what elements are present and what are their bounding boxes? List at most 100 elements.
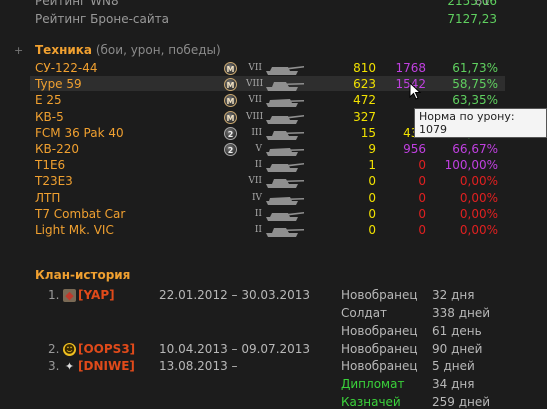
vehicle-name[interactable]: СУ-122-44 [35, 61, 98, 75]
vehicle-winrate: 58,75% [452, 77, 498, 92]
mouse-cursor-icon [409, 82, 421, 100]
vehicles-section-subtitle: (бои, урон, победы) [95, 43, 221, 57]
clan-index: 2. [48, 342, 60, 356]
vehicle-name[interactable]: КВ-220 [35, 142, 79, 156]
clan-role: Новобранец [341, 324, 418, 339]
vehicle-tier: V [255, 144, 263, 154]
vehicle-winrate: 0,00% [459, 190, 498, 205]
clan-role-duration: 32 дня [432, 288, 475, 302]
vehicle-winrate: 0,00% [459, 174, 498, 189]
vehicle-winrate: 66,67% [452, 142, 498, 156]
vehicle-avg-damage: 0 [418, 206, 426, 221]
vehicle-tier: II [254, 160, 262, 171]
vehicle-avg-damage: 1768 [395, 61, 426, 75]
vehicle-winrate: 100,00% [444, 158, 498, 173]
vehicle-name[interactable]: T23E3 [35, 174, 73, 188]
vehicle-name[interactable]: Type 59 [35, 77, 82, 91]
clan-role-duration: 338 дней [432, 306, 491, 321]
vehicle-tier: III [251, 127, 262, 138]
vehicle-battles: 9 [368, 142, 376, 156]
vehicle-name[interactable]: ЛТП [35, 191, 60, 205]
clan-tag-link[interactable]: [DNIWE] [78, 359, 135, 373]
vehicle-tier: VIII [246, 79, 264, 90]
armor-site-rating-value: 7127,23 [447, 12, 497, 26]
vehicle-tier: VII [248, 176, 262, 187]
clan-emblem-icon: ✦ [64, 360, 75, 373]
clan-index: 1. [48, 288, 60, 302]
vehicle-icon [266, 211, 304, 221]
vehicle-battles: 0 [368, 174, 376, 189]
vehicle-avg-damage: 0 [418, 223, 426, 237]
vehicle-winrate: 0,00% [459, 223, 498, 237]
vehicle-winrate: 63,35% [452, 93, 498, 108]
clan-role-duration: 5 дней [432, 359, 475, 373]
vehicle-tier: VII [248, 95, 262, 106]
wn8-rating-label: Рейтинг WN8 [35, 0, 119, 8]
vehicle-battles: 0 [368, 223, 376, 237]
vehicle-battles: 810 [353, 61, 376, 75]
vehicle-icon [266, 66, 304, 75]
clan-role: Казначей [341, 395, 401, 409]
clan-role: Новобранец [341, 359, 418, 373]
vehicle-name[interactable]: E 25 [35, 93, 62, 107]
clan-role-duration: 61 день [432, 324, 482, 339]
vehicle-name[interactable]: FCM 36 Pak 40 [35, 126, 124, 140]
vehicle-battles: 0 [368, 190, 376, 205]
clan-history-title: Клан-история [35, 268, 131, 282]
vehicle-tier: II [254, 208, 262, 219]
vehicle-winrate: 0,00% [459, 206, 498, 221]
vehicle-avg-damage: 956 [403, 142, 426, 156]
clan-emblem-icon: ◆ [63, 289, 76, 302]
vehicle-battles: 472 [353, 93, 376, 108]
vehicle-battles: 0 [368, 206, 376, 221]
vehicle-name[interactable]: T1E6 [35, 158, 65, 172]
vehicle-icon [266, 163, 304, 173]
vehicle-icon [266, 82, 304, 92]
clan-role: Дипломат [341, 377, 405, 392]
vehicles-section-header: Техника (бои, урон, победы) [35, 43, 221, 57]
vehicle-icon [266, 179, 304, 189]
mastery-badge-master-icon: M [224, 62, 237, 75]
vehicle-tier: VIII [246, 111, 264, 122]
mastery-badge-master-icon: M [224, 110, 237, 124]
vehicle-avg-damage: 0 [418, 158, 426, 173]
vehicle-battles: 327 [353, 109, 376, 124]
clan-role: Новобранец [341, 342, 418, 356]
clan-tag-link[interactable]: [YAP] [78, 288, 115, 302]
vehicle-avg-damage: 0 [418, 174, 426, 189]
vehicle-name[interactable]: Light Mk. VIC [35, 223, 114, 237]
clan-period: 13.08.2013 – [159, 359, 238, 373]
clan-role-duration: 34 дня [432, 377, 475, 392]
vehicle-avg-damage: 0 [418, 190, 426, 205]
vehicle-name[interactable]: КВ-5 [35, 110, 64, 124]
vehicle-icon [266, 130, 304, 140]
vehicle-icon [266, 114, 304, 124]
clan-tag-link[interactable]: [OOPS3] [78, 342, 135, 356]
vehicle-icon [266, 148, 304, 156]
vehicle-name[interactable]: T7 Combat Car [35, 207, 125, 221]
armor-site-rating-label: Рейтинг Броне-сайта [35, 12, 170, 26]
vehicle-winrate: 61,73% [452, 61, 498, 75]
vehicle-tier: II [254, 225, 262, 235]
vehicle-battles: 15 [360, 125, 376, 140]
clan-emblem-icon: ☻ [63, 343, 76, 356]
mastery-badge-master-icon: M [224, 94, 237, 108]
vehicle-icon [266, 196, 304, 205]
clan-role-duration: 259 дней [432, 395, 491, 409]
clan-role: Солдат [341, 306, 388, 321]
clan-period: 10.04.2013 – 09.07.2013 [159, 342, 311, 356]
wn8-rating-value: 2155,06 [447, 0, 497, 8]
vehicle-battles: 623 [353, 77, 376, 92]
mastery-badge-class2-icon: 2 [224, 126, 237, 140]
clan-period: 22.01.2012 – 30.03.2013 [159, 288, 311, 302]
vehicles-section-title: Техника [35, 43, 93, 57]
clan-role-duration: 90 дней [432, 342, 483, 356]
vehicle-icon [266, 228, 304, 237]
expand-icon[interactable]: + [14, 44, 23, 57]
clan-role: Новобранец [341, 288, 418, 302]
mastery-badge-class2-icon: 2 [224, 143, 237, 156]
vehicle-battles: 1 [368, 158, 376, 173]
clan-index: 3. [48, 359, 60, 373]
vehicle-icon [266, 99, 304, 108]
vehicle-tier: IV [251, 192, 262, 203]
